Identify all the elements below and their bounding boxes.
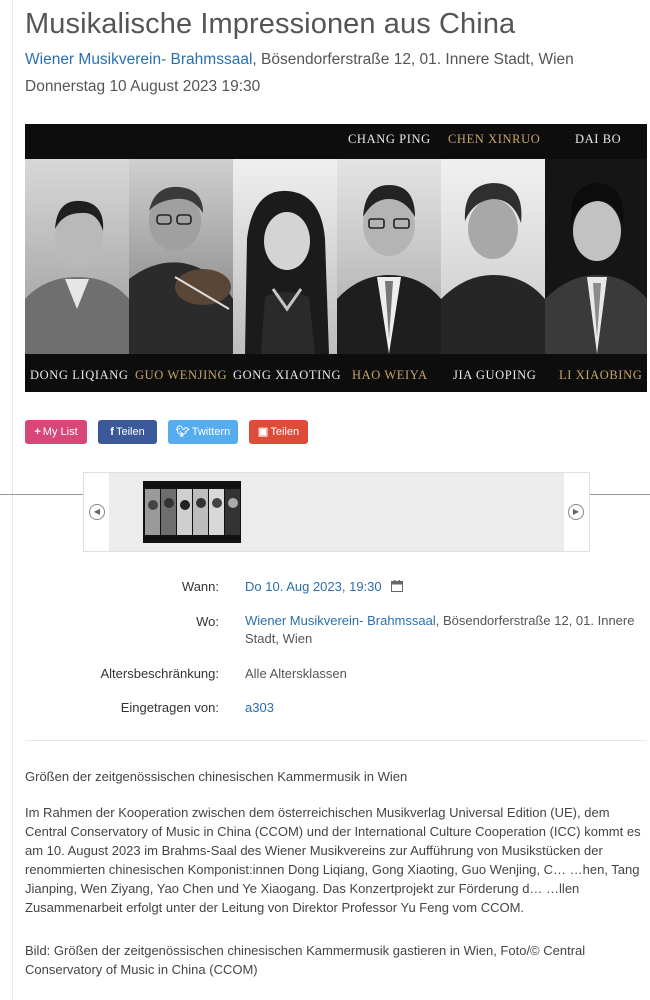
my-list-label: My List: [42, 426, 78, 438]
chevron-left-icon[interactable]: ◀: [89, 504, 105, 520]
portrait-3: [233, 159, 337, 354]
event-banner-image: CHANG PING CHEN XINRUO DAI BO DONG LIQIA…: [25, 124, 647, 392]
image-gallery: ◀ ▶: [83, 472, 590, 552]
chevron-right-icon[interactable]: ▶: [568, 504, 584, 520]
submitted-by-link[interactable]: a303: [245, 700, 274, 715]
banner-name: GUO WENJING: [135, 368, 228, 382]
image-caption: Bild: Größen der zeitgenössischen chines…: [25, 943, 586, 977]
plus-icon: +: [34, 426, 41, 438]
venue-link[interactable]: Wiener Musikverein- Brahmssaal: [25, 51, 252, 68]
banner-name: DAI BO: [575, 132, 622, 146]
other-share-label: Teilen: [270, 426, 300, 438]
banner-portraits: [25, 159, 647, 354]
portrait-2: [129, 159, 233, 354]
submitted-by-label: Eingetragen von:: [120, 700, 219, 715]
age-value: Alle Altersklassen: [245, 666, 347, 681]
banner-bottom-names: DONG LIQIANG GUO WENJING GONG XIAOTING H…: [25, 368, 647, 386]
gallery-thumbnail[interactable]: [143, 481, 241, 543]
my-list-button[interactable]: + My List: [25, 420, 87, 444]
when-value-link[interactable]: Do 10. Aug 2023, 19:30: [245, 579, 382, 594]
where-value: Wiener Musikverein- Brahmssaal, Bösendor…: [245, 612, 645, 648]
banner-name: LI XIAOBING: [559, 368, 643, 382]
facebook-share-button[interactable]: f Teilen: [98, 420, 157, 444]
venue-line: Wiener Musikverein- Brahmssaal, Bösendor…: [25, 51, 574, 69]
portrait-1: [25, 159, 129, 354]
section-divider: [25, 740, 647, 741]
thumbnail-image: [143, 481, 241, 543]
share-icon: ▣: [257, 426, 269, 438]
venue-address: , Bösendorferstraße 12, 01. Innere Stadt…: [252, 51, 574, 68]
description-headline: Größen der zeitgenössischen chinesischen…: [25, 769, 408, 784]
twitter-share-button[interactable]: 🐦︎ Twittern: [168, 420, 238, 444]
twitter-share-label: Twittern: [191, 426, 231, 438]
when-value-row: Do 10. Aug 2023, 19:30: [245, 578, 404, 596]
calendar-icon[interactable]: [391, 579, 404, 594]
portrait-6: [545, 159, 647, 354]
banner-name: DONG LIQIANG: [30, 368, 129, 382]
page-title: Musikalische Impressionen aus China: [25, 8, 516, 40]
description-body: Im Rahmen der Kooperation zwischen dem ö…: [25, 805, 641, 915]
banner-name: HAO WEIYA: [352, 368, 428, 382]
banner-name: GONG XIAOTING: [233, 368, 342, 382]
gallery-track: [109, 473, 564, 551]
other-share-button[interactable]: ▣ Teilen: [249, 420, 308, 444]
banner-name: CHANG PING: [348, 132, 431, 146]
when-label: Wann:: [181, 579, 219, 594]
event-date: Donnerstag 10 August 2023 19:30: [25, 78, 261, 95]
age-label: Altersbeschränkung:: [100, 666, 219, 681]
facebook-share-label: Teilen: [115, 426, 145, 438]
page-left-border: [12, 0, 13, 1000]
facebook-icon: f: [110, 426, 114, 438]
where-label: Wo:: [196, 614, 219, 629]
banner-name: CHEN XINRUO: [448, 132, 541, 146]
banner-name: JIA GUOPING: [453, 368, 537, 382]
portrait-4: [337, 159, 441, 354]
where-venue-link[interactable]: Wiener Musikverein- Brahmssaal: [245, 613, 436, 628]
submitted-by-value: a303: [245, 699, 274, 717]
banner-top-names: CHANG PING CHEN XINRUO DAI BO: [25, 132, 647, 150]
portrait-5: [441, 159, 545, 354]
twitter-icon: 🐦︎: [175, 426, 190, 438]
